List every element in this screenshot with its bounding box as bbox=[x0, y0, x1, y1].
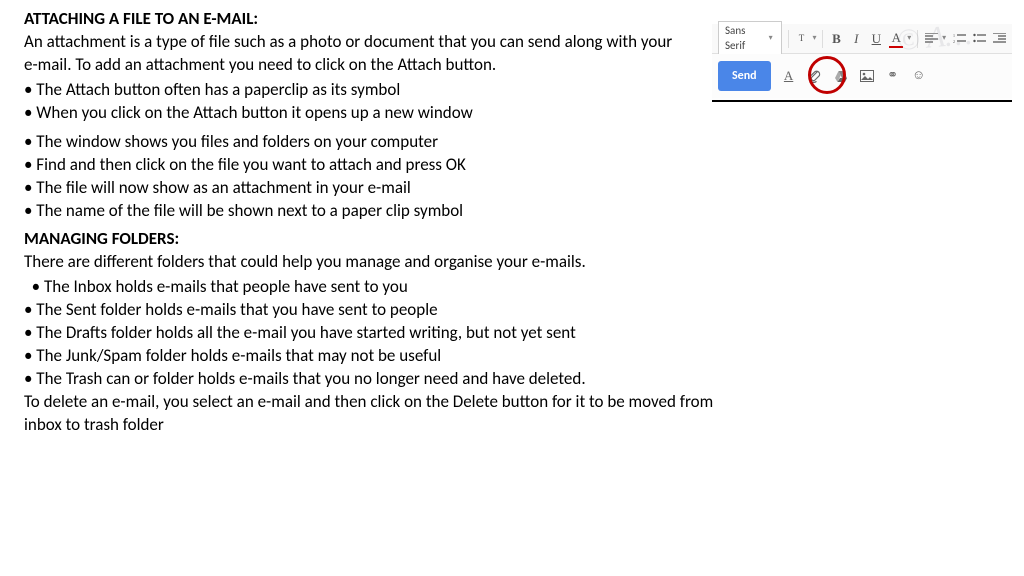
numbered-list-button[interactable]: 12 bbox=[952, 30, 966, 48]
chevron-down-icon: ▾ bbox=[812, 33, 816, 44]
send-button[interactable]: Send bbox=[718, 61, 771, 91]
svg-text:1: 1 bbox=[953, 33, 955, 38]
insert-link-icon[interactable]: ⚭ bbox=[885, 68, 901, 84]
bullet-item: • The file will now show as an attachmen… bbox=[24, 177, 714, 200]
emoji-icon[interactable]: ☺ bbox=[911, 68, 927, 84]
bold-button[interactable]: B bbox=[829, 30, 843, 48]
bullet-item: • Find and then click on the file you wa… bbox=[24, 154, 714, 177]
bullet-item: • The Inbox holds e-mails that people ha… bbox=[24, 276, 714, 299]
format-icon[interactable]: A bbox=[781, 68, 797, 84]
bullet-item: • The Attach button often has a papercli… bbox=[24, 79, 714, 102]
chevron-down-icon: ▾ bbox=[942, 33, 946, 44]
italic-button[interactable]: I bbox=[849, 30, 863, 48]
compose-actions-row: Send A ⚭ ☺ bbox=[712, 54, 1012, 98]
svg-text:2: 2 bbox=[953, 39, 955, 44]
bulleted-list-button[interactable] bbox=[972, 30, 986, 48]
font-size-icon[interactable]: T bbox=[795, 30, 809, 48]
indent-button[interactable] bbox=[992, 30, 1006, 48]
attach-highlight-circle bbox=[808, 56, 846, 94]
bullet-item: • When you click on the Attach button it… bbox=[24, 102, 714, 125]
chevron-down-icon: ▾ bbox=[907, 33, 911, 44]
align-button[interactable] bbox=[924, 30, 938, 48]
email-toolbar-illustration: © A… Sans Serif ▾ T ▾ B I U A ▾ ▾ 12 Sen… bbox=[712, 24, 1012, 102]
bullet-item: • The window shows you files and folders… bbox=[24, 131, 714, 154]
section-intro-attach: An attachment is a type of file such as … bbox=[24, 31, 674, 77]
bullet-item: • The name of the file will be shown nex… bbox=[24, 200, 714, 223]
section-intro-folders: There are different folders that could h… bbox=[24, 251, 714, 274]
bullet-item: • The Junk/Spam folder holds e-mails tha… bbox=[24, 345, 714, 368]
bullet-item: • The Sent folder holds e-mails that you… bbox=[24, 299, 714, 322]
separator bbox=[822, 30, 823, 48]
bullets-attach-a: • The Attach button often has a papercli… bbox=[24, 79, 714, 125]
section-heading-folders: MANAGING FOLDERS: bbox=[24, 228, 179, 249]
bullets-folders: • The Inbox holds e-mails that people ha… bbox=[24, 276, 714, 391]
underline-button[interactable]: U bbox=[869, 30, 883, 48]
insert-photo-icon[interactable] bbox=[859, 68, 875, 84]
text-color-button[interactable]: A bbox=[889, 30, 903, 48]
separator bbox=[788, 30, 789, 48]
font-family-select[interactable]: Sans Serif ▾ bbox=[718, 21, 782, 57]
section-heading-attach: ATTACHING A FILE TO AN E-MAIL: bbox=[24, 8, 258, 29]
font-family-label: Sans Serif bbox=[725, 24, 765, 54]
section-outro-folders: To delete an e-mail, you select an e-mai… bbox=[24, 391, 714, 437]
bullets-attach-b: • The window shows you files and folders… bbox=[24, 131, 714, 223]
chevron-down-icon: ▾ bbox=[769, 33, 773, 44]
bullet-item: • The Drafts folder holds all the e-mail… bbox=[24, 322, 714, 345]
separator bbox=[917, 30, 918, 48]
bullet-item: • The Trash can or folder holds e-mails … bbox=[24, 368, 714, 391]
format-toolbar-row: Sans Serif ▾ T ▾ B I U A ▾ ▾ 12 bbox=[712, 24, 1012, 54]
